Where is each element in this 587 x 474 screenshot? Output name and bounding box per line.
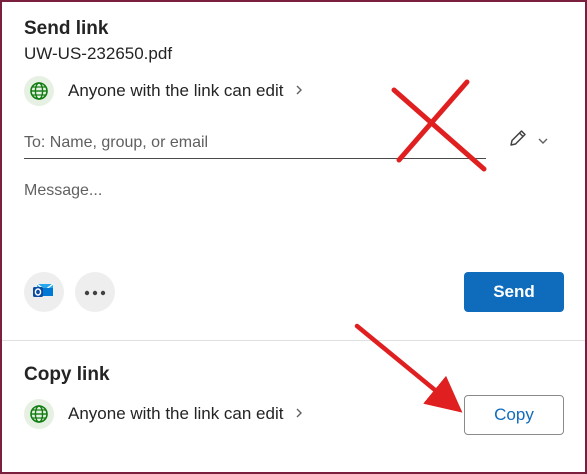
permission-label: Anyone with the link can edit [68, 404, 284, 423]
permission-label: Anyone with the link can edit [68, 81, 284, 100]
section-divider [2, 340, 585, 341]
recipient-input[interactable] [24, 128, 486, 159]
send-link-title: Send link [24, 18, 109, 39]
send-button[interactable]: Send [464, 272, 564, 312]
copy-button[interactable]: Copy [464, 395, 564, 435]
more-options-button[interactable] [75, 272, 115, 312]
arrow-annotation [354, 323, 463, 413]
chevron-right-icon [295, 83, 303, 100]
chevron-down-icon [537, 132, 549, 150]
share-dialog: Send link UW-US-232650.pdf Anyone with t… [0, 0, 587, 474]
globe-icon [24, 399, 54, 429]
chevron-right-icon [295, 406, 303, 423]
pencil-icon [507, 127, 529, 154]
outlook-icon [31, 278, 57, 307]
message-input[interactable] [24, 182, 564, 252]
permission-edit-dropdown[interactable] [507, 127, 549, 154]
outlook-button[interactable] [24, 272, 64, 312]
send-link-permission-setting[interactable]: Anyone with the link can edit [24, 76, 303, 106]
more-options-icon [84, 283, 106, 301]
file-name: UW-US-232650.pdf [24, 44, 173, 63]
copy-link-title: Copy link [24, 364, 110, 385]
copy-link-permission-setting[interactable]: Anyone with the link can edit [24, 399, 303, 429]
globe-icon [24, 76, 54, 106]
